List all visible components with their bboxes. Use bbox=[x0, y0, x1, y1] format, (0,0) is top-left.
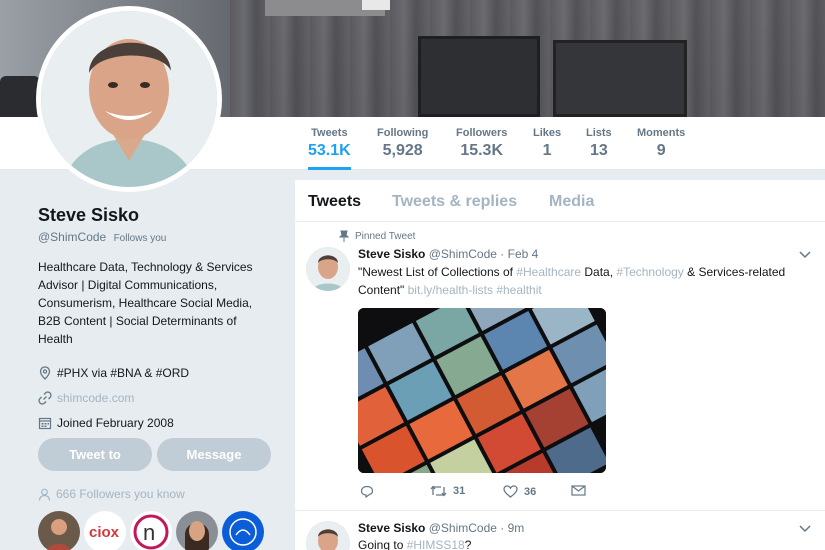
stat-value: 9 bbox=[656, 142, 666, 159]
stat-moments[interactable]: Moments 9 bbox=[637, 127, 685, 160]
stat-lists[interactable]: Lists 13 bbox=[586, 127, 612, 160]
reply-icon bbox=[360, 485, 374, 498]
tweet-text: "Newest List of Collections of #Healthca… bbox=[358, 265, 786, 297]
tweet-actions: 31 36 bbox=[358, 485, 598, 503]
tweet-author-handle[interactable]: @ShimCode bbox=[429, 247, 497, 261]
stat-value: 5,928 bbox=[382, 142, 423, 159]
follower-avatar[interactable] bbox=[176, 511, 218, 550]
chevron-down-icon[interactable] bbox=[799, 251, 811, 259]
stat-label: Tweets bbox=[311, 127, 348, 139]
stat-following[interactable]: Following 5,928 bbox=[377, 127, 428, 160]
stat-label: Likes bbox=[533, 127, 562, 139]
stat-label: Lists bbox=[586, 127, 612, 139]
direct-message-button[interactable] bbox=[571, 485, 586, 496]
profile-card: Steve Sisko @ShimCode Follows you Health… bbox=[38, 205, 278, 435]
message-button[interactable]: Message bbox=[157, 438, 271, 471]
chevron-down-icon[interactable] bbox=[799, 525, 811, 533]
reply-button[interactable] bbox=[360, 485, 374, 498]
tweet-to-button[interactable]: Tweet to bbox=[38, 438, 152, 471]
tab-tweets-and-replies[interactable]: Tweets & replies bbox=[392, 193, 517, 211]
followers-you-know[interactable]: 666 Followers you know bbox=[38, 487, 185, 501]
followers-you-know-avatars: ciox n bbox=[38, 511, 264, 550]
profile-bio: Healthcare Data, Technology & Services A… bbox=[38, 260, 253, 346]
location-pin-icon bbox=[39, 365, 51, 380]
profile-location: #PHX via #BNA & #ORD bbox=[38, 360, 278, 385]
hashtag-link[interactable]: #Technology bbox=[616, 265, 683, 279]
stat-value: 15.3K bbox=[460, 142, 504, 159]
like-count: 36 bbox=[524, 485, 537, 498]
profile-handle[interactable]: @ShimCode bbox=[38, 230, 106, 244]
follower-avatar-philips[interactable] bbox=[222, 511, 264, 550]
tab-media[interactable]: Media bbox=[549, 193, 594, 211]
tweet-author-avatar[interactable] bbox=[306, 521, 350, 550]
stat-label: Moments bbox=[637, 127, 686, 139]
stat-likes[interactable]: Likes 1 bbox=[533, 127, 561, 160]
profile-name[interactable]: Steve Sisko bbox=[38, 205, 278, 226]
hashtag-link[interactable]: #Healthcare bbox=[516, 265, 581, 279]
heart-icon bbox=[503, 485, 518, 498]
like-button[interactable]: 36 bbox=[503, 485, 536, 498]
timeline: Tweets Tweets & replies Media Pinned Twe… bbox=[295, 180, 825, 550]
svg-text:ciox: ciox bbox=[89, 524, 120, 541]
stat-label: Followers bbox=[456, 127, 508, 139]
tweet-date[interactable]: · 9m bbox=[500, 521, 524, 535]
tweet-text: Going to #HIMSS18? bbox=[358, 538, 472, 550]
tweet-author-avatar[interactable] bbox=[306, 247, 350, 291]
retweet-count: 31 bbox=[453, 485, 466, 497]
follower-avatar-n[interactable]: n bbox=[130, 511, 172, 550]
retweet-icon bbox=[430, 485, 447, 497]
tweet-divider bbox=[295, 510, 825, 511]
pin-icon bbox=[339, 230, 349, 242]
retweet-button[interactable]: 31 bbox=[430, 485, 465, 497]
follower-avatar-ciox[interactable]: ciox bbox=[84, 511, 126, 550]
person-icon bbox=[38, 488, 51, 501]
stat-followers[interactable]: Followers 15.3K bbox=[456, 127, 507, 160]
hashtag-link[interactable]: #HIMSS18 bbox=[407, 538, 465, 550]
timeline-tabs: Tweets Tweets & replies Media bbox=[295, 180, 825, 222]
hashtag-link[interactable]: #healthit bbox=[493, 283, 541, 297]
stat-tweets[interactable]: Tweets 53.1K bbox=[308, 127, 351, 170]
pinned-tweet-label: Pinned Tweet bbox=[339, 230, 415, 242]
tweet-author-handle[interactable]: @ShimCode bbox=[429, 521, 497, 535]
tweet-date[interactable]: · Feb 4 bbox=[500, 247, 538, 261]
tweet-author-name[interactable]: Steve Sisko bbox=[358, 521, 425, 535]
tweet-header: Steve Sisko @ShimCode · 9m bbox=[358, 521, 524, 535]
tweet-author-name[interactable]: Steve Sisko bbox=[358, 247, 425, 261]
tweet-header: Steve Sisko @ShimCode · Feb 4 bbox=[358, 247, 538, 261]
tweet-media-image[interactable] bbox=[358, 308, 606, 473]
link-icon bbox=[38, 390, 52, 405]
stat-value: 1 bbox=[542, 142, 552, 159]
joined-text: Joined February 2008 bbox=[57, 415, 174, 430]
website-link[interactable]: shimcode.com bbox=[57, 391, 134, 405]
profile-joined: Joined February 2008 bbox=[38, 410, 278, 435]
profile-avatar[interactable] bbox=[36, 6, 222, 192]
stat-value: 13 bbox=[589, 142, 608, 159]
svg-text:n: n bbox=[143, 520, 155, 545]
envelope-icon bbox=[571, 485, 586, 496]
follower-avatar[interactable] bbox=[38, 511, 80, 550]
stat-value: 53.1K bbox=[308, 142, 351, 159]
location-text: #PHX via #BNA & #ORD bbox=[57, 365, 190, 380]
tab-tweets[interactable]: Tweets bbox=[308, 193, 361, 211]
stat-label: Following bbox=[377, 127, 429, 139]
tweet-url-link[interactable]: bit.ly/health-lists bbox=[408, 283, 493, 297]
follows-you-badge: Follows you bbox=[113, 233, 167, 244]
followers-you-know-text[interactable]: 666 Followers you know bbox=[56, 487, 185, 501]
profile-website[interactable]: shimcode.com bbox=[38, 385, 278, 410]
calendar-icon bbox=[38, 417, 52, 429]
